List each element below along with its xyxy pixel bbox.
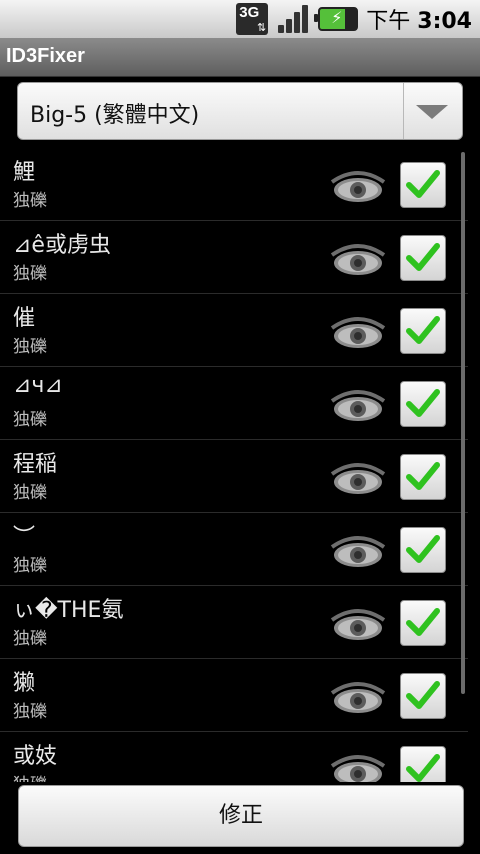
- track-checkbox[interactable]: [400, 235, 446, 281]
- track-list-item[interactable]: ︶ 独礫: [0, 513, 468, 586]
- dropdown-arrow-icon: [416, 105, 448, 119]
- preview-eye-icon[interactable]: [330, 166, 386, 206]
- track-title: 催: [13, 306, 36, 331]
- action-bar: 修正: [0, 782, 480, 854]
- track-title: ⊿ê或虏虫: [13, 233, 111, 258]
- preview-eye-icon[interactable]: [330, 312, 386, 352]
- preview-eye-icon[interactable]: [330, 531, 386, 571]
- track-title: ぃ�THE氨: [13, 598, 124, 623]
- track-subtitle: 独礫: [13, 556, 47, 576]
- track-subtitle: 独礫: [13, 410, 47, 430]
- track-checkbox[interactable]: [400, 381, 446, 427]
- track-title: 程稲: [13, 452, 58, 477]
- track-list-item[interactable]: 鯉 独礫: [0, 148, 468, 221]
- track-list-item[interactable]: ぃ�THE氨 独礫: [0, 586, 468, 659]
- track-subtitle: 独礫: [13, 337, 47, 357]
- track-subtitle: 独礫: [13, 264, 47, 284]
- track-title: 或妓: [13, 744, 58, 769]
- track-checkbox[interactable]: [400, 308, 446, 354]
- app-title-bar: ID3Fixer: [0, 39, 480, 77]
- preview-eye-icon[interactable]: [330, 677, 386, 717]
- fix-button[interactable]: 修正: [18, 785, 464, 847]
- track-subtitle: 独礫: [13, 702, 47, 722]
- status-clock: 下午 3:04: [366, 9, 472, 34]
- track-list-item[interactable]: 程稲 独礫: [0, 440, 468, 513]
- network-3g-icon: 3G ⇅: [236, 3, 269, 35]
- signal-strength-icon: [276, 3, 310, 35]
- track-subtitle: 独礫: [13, 629, 47, 649]
- track-subtitle: 独礫: [13, 483, 47, 503]
- status-bar: 3G ⇅ ⚡ 下午 3:04: [0, 0, 480, 39]
- track-list-item[interactable]: ⊿ч⊿ 独礫: [0, 367, 468, 440]
- track-subtitle: 独礫: [13, 191, 47, 211]
- track-title: ⊿ч⊿: [13, 373, 63, 398]
- track-checkbox[interactable]: [400, 600, 446, 646]
- track-title: 鯉: [13, 160, 36, 185]
- track-list-item[interactable]: 或妓 独礫: [0, 732, 468, 782]
- track-list-item[interactable]: 催 独礫: [0, 294, 468, 367]
- track-title: ︶: [13, 525, 36, 550]
- track-subtitle: 独礫: [13, 770, 47, 782]
- app-title: ID3Fixer: [6, 45, 85, 67]
- track-checkbox[interactable]: [400, 454, 446, 500]
- preview-eye-icon[interactable]: [330, 750, 386, 782]
- track-checkbox[interactable]: [400, 527, 446, 573]
- track-checkbox[interactable]: [400, 673, 446, 719]
- track-checkbox[interactable]: [400, 746, 446, 782]
- preview-eye-icon[interactable]: [330, 458, 386, 498]
- track-list-item[interactable]: ⊿ê或虏虫 独礫: [0, 221, 468, 294]
- track-title: 獭: [13, 671, 36, 696]
- encoding-selected-value: Big-5 (繁體中文): [30, 103, 200, 128]
- network-type-label: 3G: [239, 4, 260, 21]
- preview-eye-icon[interactable]: [330, 604, 386, 644]
- preview-eye-icon[interactable]: [330, 239, 386, 279]
- track-checkbox[interactable]: [400, 162, 446, 208]
- preview-eye-icon[interactable]: [330, 385, 386, 425]
- list-scrollbar[interactable]: [461, 152, 465, 694]
- track-list[interactable]: 鯉 独礫 ⊿ê或虏虫 独礫 催 独礫 ⊿ч⊿ 独礫 程稲 独礫 ︶ 独礫 ぃ�T…: [0, 148, 480, 782]
- track-list-item[interactable]: 獭 独礫: [0, 659, 468, 732]
- battery-charging-icon: ⚡: [314, 7, 359, 31]
- encoding-spinner[interactable]: Big-5 (繁體中文): [17, 82, 463, 140]
